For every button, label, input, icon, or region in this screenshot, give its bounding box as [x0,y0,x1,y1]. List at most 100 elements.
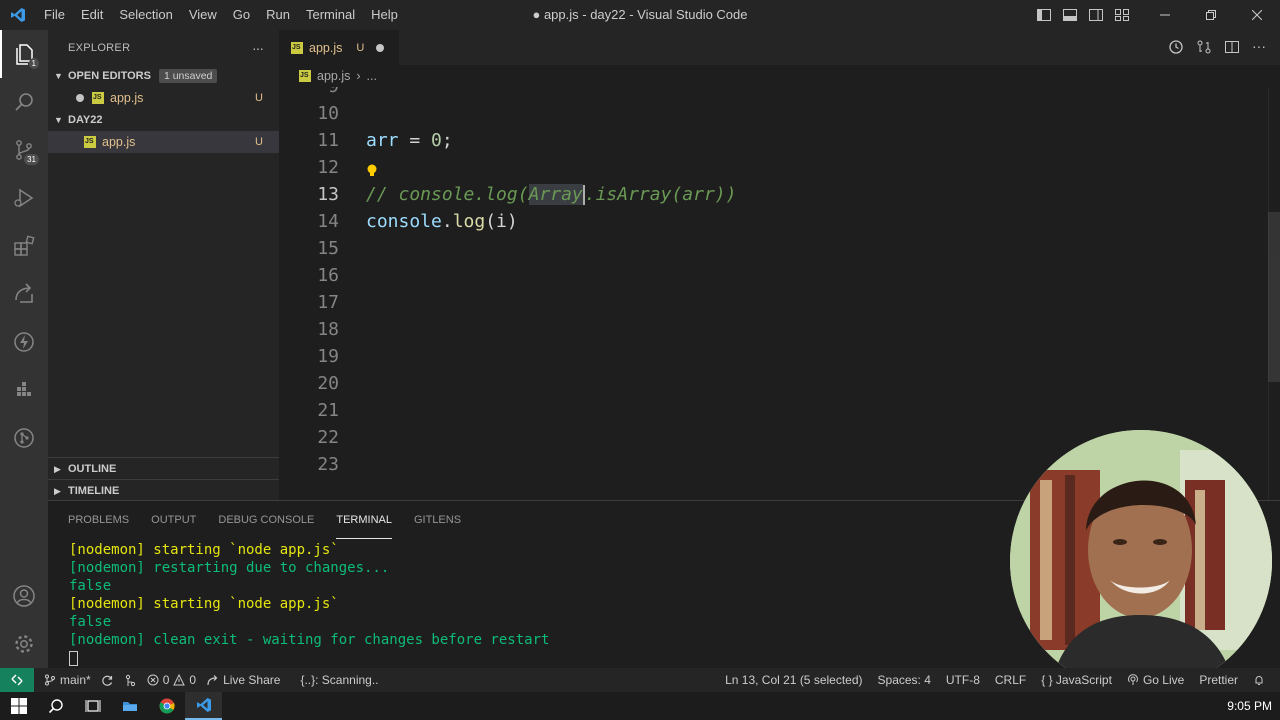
code-line[interactable]: 12 [279,154,1269,181]
tab-problems[interactable]: PROBLEMS [68,501,129,539]
breadcrumb-more[interactable]: ... [367,69,377,83]
open-editors-section[interactable]: ▼ OPEN EDITORS 1 unsaved [48,65,279,87]
tab-untracked-status: U [356,41,365,54]
indentation-status[interactable]: Spaces: 4 [878,673,931,687]
code-line[interactable]: 19 [279,343,1269,370]
minimize-icon[interactable] [1142,0,1188,30]
go-live-button[interactable]: Go Live [1127,673,1184,687]
taskbar-vscode[interactable] [185,692,222,720]
customize-layout-icon[interactable] [1114,7,1130,23]
tab-debug-console[interactable]: DEBUG CONSOLE [218,501,314,539]
terminal-output[interactable]: [nodemon] starting `node app.js` [nodemo… [69,541,549,667]
code-line[interactable]: 9 [279,87,1269,100]
remote-indicator[interactable] [0,668,34,692]
code-line[interactable]: 20 [279,370,1269,397]
problems-status[interactable]: 0 0 [147,673,196,687]
taskbar-chrome[interactable] [148,692,185,720]
vertical-scrollbar[interactable] [1268,87,1280,500]
code-line[interactable]: 16 [279,262,1269,289]
code-line[interactable]: 18 [279,316,1269,343]
close-icon[interactable] [1234,0,1280,30]
open-editor-filename: app.js [110,91,144,105]
unsaved-dot-icon[interactable] [376,43,385,52]
code-line[interactable]: 10 [279,100,1269,127]
git-branch[interactable]: main* [44,673,91,687]
scanning-status[interactable]: {..}: Scanning.. [300,673,378,687]
manage-activity[interactable] [0,620,48,668]
git-branch-icon [45,674,55,686]
docker-activity[interactable] [0,366,48,414]
remote-explorer-activity[interactable] [0,270,48,318]
outline-section[interactable]: ▶ OUTLINE [48,457,279,480]
menu-help[interactable]: Help [363,0,406,30]
restore-icon[interactable] [1188,0,1234,30]
search-activity[interactable] [0,78,48,126]
breadcrumb-file[interactable]: app.js [317,69,350,83]
encoding-status[interactable]: UTF-8 [946,673,980,687]
menu-file[interactable]: File [36,0,73,30]
taskbar-clock[interactable]: 9:05 PM [1227,692,1272,720]
explorer-activity[interactable]: 1 [0,30,48,78]
language-mode[interactable]: { } JavaScript [1041,673,1112,687]
vscode-logo-icon[interactable] [0,0,36,30]
code-line[interactable]: 21 [279,397,1269,424]
line-number: 10 [317,103,339,124]
task-view[interactable] [74,692,111,720]
menu-selection[interactable]: Selection [111,0,180,30]
scrollbar-thumb[interactable] [1268,212,1280,382]
explorer-badge: 1 [28,58,39,69]
thunder-client-activity[interactable] [0,318,48,366]
menu-edit[interactable]: Edit [73,0,111,30]
file-tree-item[interactable]: JS app.js U [48,131,279,153]
more-actions-icon[interactable]: ··· [252,40,264,56]
tab-app-js[interactable]: JS app.js U [279,30,399,65]
gitlens-activity[interactable] [0,414,48,462]
terminal-prompt[interactable] [69,649,549,667]
accounts-activity[interactable] [0,572,48,620]
warning-icon [173,674,186,686]
code-line-current[interactable]: 13 // console.log(Array .isArray(arr)) [279,181,1269,208]
run-debug-activity[interactable] [0,174,48,222]
live-share-status[interactable]: Live Share [206,673,280,687]
code-line[interactable]: 11 arr = 0; [279,127,1269,154]
taskbar-app-folder[interactable] [111,692,148,720]
menu-run[interactable]: Run [258,0,298,30]
lightbulb-icon[interactable] [367,159,377,176]
tab-output[interactable]: OUTPUT [151,501,196,539]
webcam-presenter-image [1010,430,1272,692]
taskbar-search[interactable] [37,692,74,720]
source-control-activity[interactable]: 31 [0,126,48,174]
tab-terminal[interactable]: TERMINAL [336,501,392,539]
sync-changes[interactable] [101,674,114,687]
extensions-activity[interactable] [0,222,48,270]
code-line[interactable]: 15 [279,235,1269,262]
unsaved-dot-icon[interactable] [76,94,84,102]
menu-go[interactable]: Go [225,0,258,30]
vscode-icon [196,698,211,712]
timeline-section[interactable]: ▶ TIMELINE [48,479,279,502]
start-button[interactable] [0,692,37,720]
menu-terminal[interactable]: Terminal [298,0,363,30]
eol-status[interactable]: CRLF [995,673,1026,687]
git-graph[interactable] [124,674,137,687]
timeline-history-icon[interactable] [1168,39,1184,55]
prettier-status[interactable]: Prettier [1199,673,1238,687]
more-actions-icon[interactable]: ··· [1252,39,1268,55]
code-line[interactable]: 17 [279,289,1269,316]
open-editor-item[interactable]: JS app.js U [48,87,279,109]
toggle-secondary-sidebar-icon[interactable] [1088,7,1104,23]
cursor-position[interactable]: Ln 13, Col 21 (5 selected) [725,673,862,687]
tab-gitlens[interactable]: GITLENS [414,501,461,539]
notifications[interactable] [1253,674,1265,686]
split-editor-icon[interactable] [1224,39,1240,55]
compare-changes-icon[interactable] [1196,39,1212,55]
line-number: 17 [317,292,339,313]
chrome-icon [159,698,175,714]
source-control-badge: 31 [24,154,39,165]
toggle-primary-sidebar-icon[interactable] [1036,7,1052,23]
code-line[interactable]: 14 console.log(i) [279,208,1269,235]
toggle-panel-icon[interactable] [1062,7,1078,23]
terminal-line: [nodemon] starting `node app.js` [69,542,339,558]
menu-view[interactable]: View [181,0,225,30]
folder-section-day22[interactable]: ▼ DAY22 [48,109,279,131]
